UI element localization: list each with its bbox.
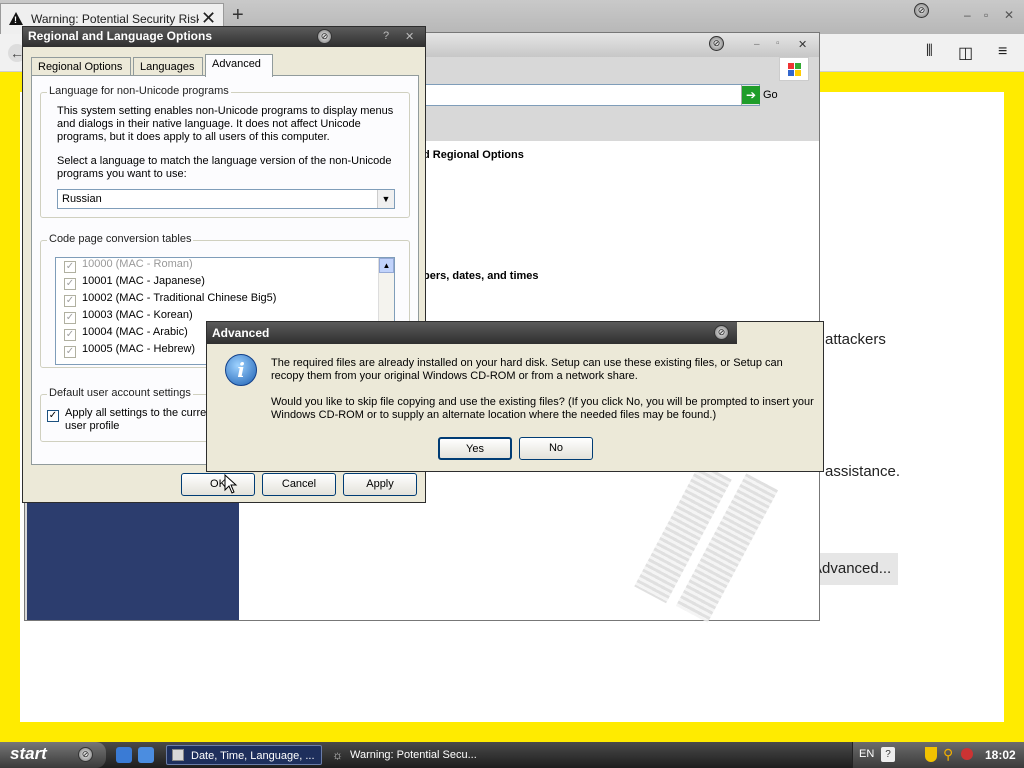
mouse-cursor-icon [224, 474, 238, 494]
checkbox-checked-icon[interactable]: ✓ [64, 346, 76, 358]
language-select-value: Russian [62, 193, 102, 205]
checkbox-checked-icon[interactable]: ✓ [64, 261, 76, 273]
control-panel-icon [172, 749, 184, 761]
taskbar: start ⊘ Date, Time, Language, ... Warnin… [0, 742, 1024, 768]
browser-window-icon: ⊘ [914, 3, 929, 18]
window-menu-icon: ⊘ [317, 29, 332, 44]
checkbox-checked-icon[interactable]: ✓ [47, 410, 59, 422]
tab-languages[interactable]: Languages [133, 57, 203, 76]
checkbox-checked-icon[interactable]: ✓ [64, 278, 76, 290]
help-icon[interactable]: ? [881, 747, 895, 762]
information-icon: i [225, 354, 257, 386]
ie-icon[interactable] [116, 747, 132, 763]
tray-app-icon[interactable] [961, 748, 973, 760]
group-prompt: Select a language to match the language … [57, 155, 392, 180]
dialog-title: Regional and Language Options [28, 29, 213, 43]
new-tab-icon[interactable]: + [232, 4, 244, 27]
library-icon[interactable]: ⫴ [926, 43, 933, 61]
start-orb-icon: ⊘ [78, 747, 93, 762]
group-title: Code page conversion tables [47, 233, 194, 245]
help-icon[interactable]: ? [383, 30, 389, 42]
taskbar-item-date-time[interactable]: Date, Time, Language, ... [166, 745, 322, 765]
page-text-attackers: attackers [825, 331, 886, 348]
chevron-down-icon[interactable]: ▼ [377, 190, 394, 208]
minimize-icon[interactable]: – [964, 8, 971, 22]
window-menu-icon: ⊘ [714, 325, 729, 340]
task-label: Date, Time, Language, ... [191, 750, 315, 762]
list-item[interactable]: ✓ 10000 (MAC - Roman) [56, 258, 394, 275]
browser-icon[interactable] [138, 747, 154, 763]
list-item-label: 10001 (MAC - Japanese) [82, 275, 205, 287]
list-item-label: 10000 (MAC - Roman) [82, 258, 193, 270]
dialog-titlebar: Regional and Language Options [23, 27, 425, 47]
language-indicator[interactable]: EN [859, 748, 874, 760]
maximize-icon[interactable]: ▫ [776, 38, 780, 49]
checkbox-checked-icon[interactable]: ✓ [64, 312, 76, 324]
category-heading-dates[interactable]: bers, dates, and times [423, 270, 539, 282]
scroll-up-icon[interactable]: ▲ [379, 258, 394, 273]
non-unicode-group: Language for non-Unicode programs This s… [40, 85, 410, 218]
windows-logo-icon [779, 57, 809, 81]
dialog-message: The required files are already installed… [271, 357, 816, 422]
browser-tab-title: Warning: Potential Security Risk Ah [31, 12, 199, 26]
ok-button[interactable]: OK [181, 473, 255, 496]
no-button[interactable]: No [519, 437, 593, 460]
warning-icon: ! [9, 12, 23, 25]
group-title: Language for non-Unicode programs [47, 85, 231, 97]
tab-regional-options[interactable]: Regional Options [31, 57, 131, 76]
cancel-button[interactable]: Cancel [262, 473, 336, 496]
message-paragraph: The required files are already installed… [271, 357, 783, 382]
list-item[interactable]: ✓ 10001 (MAC - Japanese) [56, 275, 394, 292]
message-paragraph: Would you like to skip file copying and … [271, 396, 814, 421]
address-bar[interactable]: ▼ [400, 84, 760, 106]
go-button[interactable]: Go [763, 89, 778, 101]
group-description: This system setting enables non-Unicode … [57, 105, 394, 143]
checkbox-label-line2: user profile [65, 420, 120, 432]
checkbox-checked-icon[interactable]: ✓ [64, 295, 76, 307]
minimize-icon[interactable]: – [754, 39, 760, 50]
category-heading-regional[interactable]: d Regional Options [423, 149, 524, 161]
apply-button[interactable]: Apply [343, 473, 417, 496]
search-icon[interactable]: ⚲ [943, 746, 953, 763]
menu-icon[interactable]: ≡ [998, 43, 1007, 61]
firefox-icon: ☼ [332, 748, 343, 762]
list-item-label: 10005 (MAC - Hebrew) [82, 343, 196, 355]
page-text-assistance: assistance. [825, 463, 901, 480]
task-label: Warning: Potential Secu... [350, 749, 477, 761]
close-icon[interactable]: ✕ [798, 38, 807, 51]
dialog-title: Advanced [212, 326, 270, 340]
list-item-label: 10003 (MAC - Korean) [82, 309, 193, 321]
maximize-icon[interactable]: ▫ [984, 8, 988, 22]
list-item-label: 10004 (MAC - Arabic) [82, 326, 188, 338]
window-menu-icon: ⊘ [709, 36, 724, 51]
list-item-label: 10002 (MAC - Traditional Chinese Big5) [82, 292, 277, 304]
advanced-button-label: Advanced... [812, 560, 892, 577]
close-icon[interactable]: ✕ [405, 30, 414, 43]
checkbox-checked-icon[interactable]: ✓ [64, 329, 76, 341]
sidebar-icon[interactable]: ◫ [958, 43, 973, 63]
group-title: Default user account settings [47, 387, 193, 399]
go-arrow-icon[interactable]: ➔ [742, 86, 760, 104]
dialog-titlebar: Advanced [207, 322, 737, 344]
advanced-dialog: Advanced ⊘ i The required files are alre… [206, 321, 824, 472]
start-label: start [10, 744, 47, 763]
checkbox-label: Apply all settings to the curre [65, 407, 207, 419]
list-item[interactable]: ✓ 10002 (MAC - Traditional Chinese Big5) [56, 292, 394, 309]
close-icon[interactable]: ✕ [1004, 8, 1014, 22]
clock[interactable]: 18:02 [985, 748, 1016, 762]
taskbar-item-firefox[interactable]: Warning: Potential Secu... [326, 745, 486, 765]
yes-button[interactable]: Yes [438, 437, 512, 460]
security-shield-icon[interactable] [925, 747, 937, 762]
language-select[interactable]: Russian ▼ [57, 189, 395, 209]
tab-advanced[interactable]: Advanced [205, 54, 273, 77]
system-tray: EN ? ⚲ 18:02 [852, 742, 1024, 768]
